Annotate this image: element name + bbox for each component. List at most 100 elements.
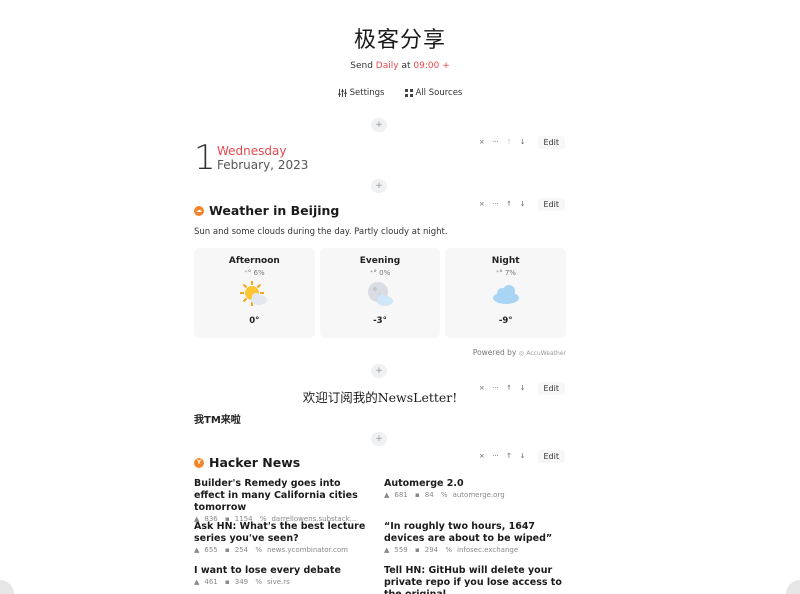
comment-icon: ▪ [415, 546, 420, 554]
story-points: 559 [394, 546, 408, 554]
sliders-icon [337, 89, 347, 97]
weather-title: Weather in Beijing [209, 203, 340, 218]
story-domain: infosec.exchange [457, 546, 519, 554]
weather-period-name: Afternoon [228, 256, 280, 266]
hacker-news-logo-icon: Y [194, 457, 204, 468]
weather-period-name: Night [491, 256, 520, 266]
list-item[interactable]: Builder's Remedy goes into effect in man… [194, 478, 372, 523]
story-meta: ▲ 681 ▪ 84 % automerge.org [384, 491, 562, 499]
send-frequency[interactable]: Daily [376, 61, 399, 71]
send-prefix: Send [350, 61, 373, 71]
powered-by-label: Powered by [472, 348, 517, 357]
weather-period-name: Evening [359, 256, 401, 266]
edit-button[interactable]: Edit [537, 135, 565, 149]
weather-precip: ⁺° 7% [445, 269, 566, 277]
date-weekday: Wednesday [217, 144, 287, 158]
provider-name[interactable]: AccuWeather [526, 350, 566, 357]
story-title[interactable]: Builder's Remedy goes into effect in man… [194, 478, 372, 514]
move-up-button[interactable]: ↑ [502, 200, 516, 208]
add-schedule-button[interactable]: + [442, 61, 450, 71]
weather-description: Sun and some clouds during the day. Part… [194, 227, 448, 237]
more-button[interactable]: ··· [489, 138, 503, 146]
droplet-icon: ⁺° [369, 269, 377, 277]
edit-button[interactable]: Edit [537, 197, 565, 211]
list-item[interactable]: Tell HN: GitHub will delete your private… [384, 565, 562, 594]
comment-icon: ▪ [415, 491, 420, 499]
close-block-button[interactable]: × [475, 200, 489, 208]
hacker-news-heading: Y Hacker News [194, 455, 300, 470]
close-block-button[interactable]: × [475, 138, 489, 146]
send-time[interactable]: 09:00 [413, 61, 439, 71]
story-comments[interactable]: 349 [235, 578, 248, 586]
add-block-button[interactable]: + [371, 118, 387, 132]
send-at: at [401, 61, 411, 71]
welcome-subtext: 我TM来啦 [194, 415, 241, 426]
story-points: 461 [204, 578, 218, 586]
sources-label: All Sources [415, 88, 463, 98]
weather-temp: -9° [498, 316, 513, 326]
story-points: 655 [204, 546, 218, 554]
story-title[interactable]: I want to lose every debate [194, 565, 372, 577]
list-item[interactable]: I want to lose every debate ▲ 461 ▪ 349 % s… [194, 565, 372, 586]
precip-value: 7% [504, 269, 516, 277]
link-icon: % [440, 491, 448, 499]
story-meta: ▲ 559 ▪ 294 % infosec.exchange [384, 546, 562, 554]
top-toolbar: Settings All Sources [0, 88, 800, 98]
add-block-button[interactable]: + [371, 179, 387, 193]
move-down-button[interactable]: ↓ [516, 452, 530, 460]
story-comments[interactable]: 294 [425, 546, 438, 554]
cloud-icon [492, 285, 519, 304]
story-domain: news.ycombinator.com [267, 546, 349, 554]
list-item[interactable]: “In roughly two hours, 1647 devices are … [384, 521, 562, 554]
precip-value: 6% [253, 269, 265, 277]
weather-card-afternoon: Afternoon ⁺° 6% 0° [194, 248, 315, 338]
upvote-icon: ▲ [194, 546, 200, 554]
weather-forecast: Afternoon ⁺° 6% 0° Evening ⁺° 0% -3° Nig… [194, 248, 567, 338]
more-button[interactable]: ··· [489, 200, 503, 208]
move-up-button[interactable]: ↑ [502, 452, 516, 460]
story-title[interactable]: Automerge 2.0 [384, 478, 562, 490]
upvote-icon: ▲ [194, 578, 200, 586]
story-title[interactable]: Tell HN: GitHub will delete your private… [384, 565, 562, 594]
story-domain: sive.rs [267, 578, 290, 586]
powered-by: Powered by ◎ AccuWeather [194, 348, 566, 357]
story-title[interactable]: Ask HN: What's the best lecture series y… [194, 521, 372, 545]
block-toolbar: × ··· ↑ ↓ Edit [475, 449, 565, 463]
weather-precip: ⁺° 0% [320, 269, 441, 277]
list-item[interactable]: Ask HN: What's the best lecture series y… [194, 521, 372, 554]
story-comments[interactable]: 254 [235, 546, 248, 554]
more-button[interactable]: ··· [489, 452, 503, 460]
newsletter-page: 极客分享 Send Daily at 09:00 + Settings All … [0, 0, 800, 594]
close-block-button[interactable]: × [475, 452, 489, 460]
comment-icon: ▪ [225, 546, 230, 554]
list-item[interactable]: Automerge 2.0 ▲ 681 ▪ 84 % automerge.org [384, 478, 562, 499]
edit-button[interactable]: Edit [537, 449, 565, 463]
accuweather-logo-icon: ◎ [518, 350, 524, 357]
all-sources-link[interactable]: All Sources [404, 88, 463, 98]
move-down-button[interactable]: ↓ [516, 138, 530, 146]
add-block-button[interactable]: + [371, 432, 387, 446]
weather-temp: 0° [249, 316, 260, 326]
window-corner-left [0, 580, 14, 594]
block-toolbar: × ··· ↑ ↓ Edit [475, 135, 565, 149]
date-month-year: February, 2023 [217, 158, 309, 172]
story-title[interactable]: “In roughly two hours, 1647 devices are … [384, 521, 562, 545]
moon-cloud-icon [368, 282, 393, 306]
add-block-button[interactable]: + [371, 364, 387, 378]
move-up-button[interactable]: ↑ [502, 138, 516, 146]
move-down-button[interactable]: ↓ [516, 200, 530, 208]
weather-temp: -3° [373, 316, 387, 326]
upvote-icon: ▲ [384, 546, 390, 554]
story-meta: ▲ 461 ▪ 349 % sive.rs [194, 578, 372, 586]
hacker-news-title: Hacker News [209, 455, 301, 470]
link-icon: % [255, 546, 263, 554]
date-day: 1 [194, 138, 216, 178]
story-comments[interactable]: 84 [425, 491, 434, 499]
settings-link[interactable]: Settings [337, 88, 385, 98]
link-icon: % [445, 546, 453, 554]
page-title: 极客分享 [353, 28, 446, 53]
upvote-icon: ▲ [384, 491, 390, 499]
block-toolbar: × ··· ↑ ↓ Edit [475, 197, 565, 211]
settings-label: Settings [349, 88, 385, 98]
droplet-icon: ⁺° [244, 269, 252, 277]
